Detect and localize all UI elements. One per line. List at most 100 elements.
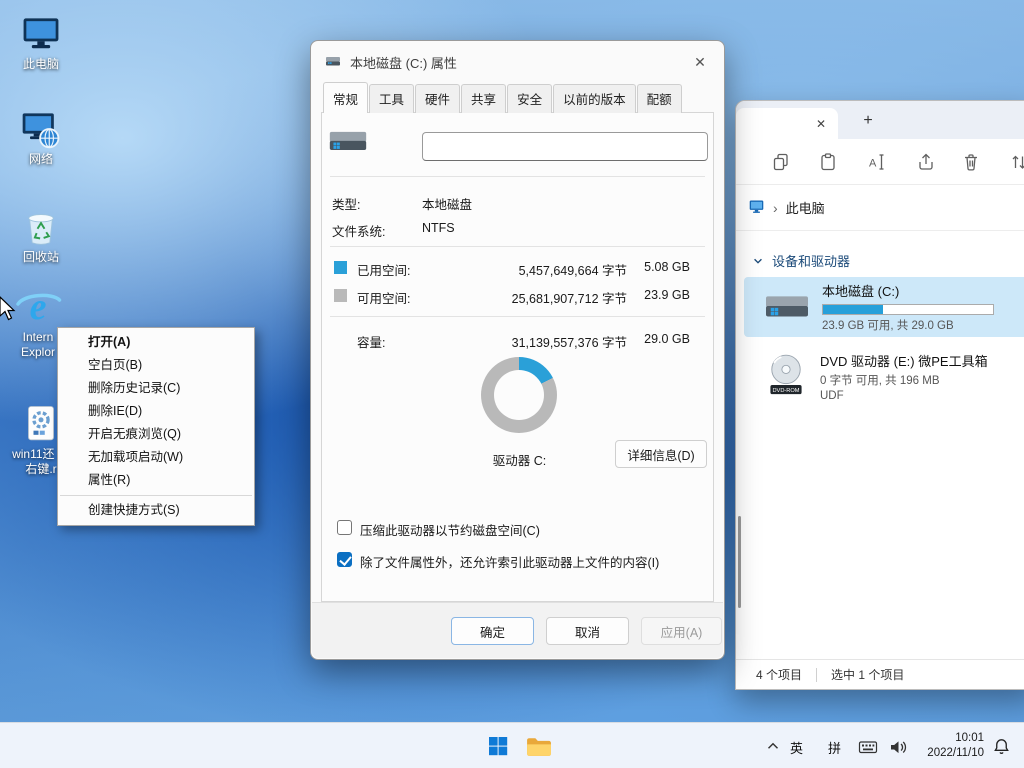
filesystem-label: 文件系统: [332, 221, 385, 240]
svg-text:DVD-ROM: DVD-ROM [772, 387, 799, 393]
scrollbar-thumb[interactable] [738, 516, 741, 608]
taskbar: 英 拼 10:01 2022/11/10 [0, 722, 1024, 768]
desktop-icon-this-pc[interactable]: 此电脑 [6, 10, 76, 72]
desktop-icon-label: 回收站 [23, 250, 59, 265]
capacity-label: 容量: [357, 332, 385, 351]
svg-text:A: A [869, 158, 877, 170]
mouse-cursor [0, 296, 17, 327]
drive-caption: 驱动器 C: [422, 450, 617, 469]
free-legend-square [334, 289, 347, 302]
notification-bell-icon[interactable] [992, 737, 1012, 757]
tab-security[interactable]: 安全 [507, 84, 552, 113]
dvd-drive-icon: DVD-ROM [764, 351, 808, 402]
drive-usage-fill [823, 305, 883, 314]
free-space-bytes: 25,681,907,712 字节 [512, 288, 627, 307]
address-bar[interactable]: › 此电脑 [736, 185, 1024, 231]
general-tab-page: 类型: 本地磁盘 文件系统: NTFS 已用空间: 5,457,649,664 … [321, 112, 714, 602]
recycle-bin-icon [20, 203, 62, 249]
menu-item-no-addons[interactable]: 无加载项启动(W) [58, 446, 254, 469]
sort-icon[interactable] [1009, 152, 1024, 172]
filesystem-value: NTFS [422, 221, 455, 235]
drive-usage-bar [822, 304, 994, 315]
details-button[interactable]: 详细信息(D) [615, 440, 707, 468]
ok-button[interactable]: 确定 [451, 617, 534, 645]
checkbox-box[interactable] [337, 552, 352, 567]
cancel-button[interactable]: 取消 [546, 617, 629, 645]
ie-context-menu: 打开(A) 空白页(B) 删除历史记录(C) 删除IE(D) 开启无痕浏览(Q)… [57, 327, 255, 526]
tray-date: 2022/11/10 [918, 746, 984, 761]
capacity-bytes: 31,139,557,376 字节 [512, 332, 627, 351]
checkbox-label: 除了文件属性外，还允许索引此驱动器上文件的内容(I) [360, 552, 659, 571]
share-icon[interactable] [916, 152, 936, 172]
start-button[interactable] [478, 726, 518, 766]
chevron-up-icon[interactable] [764, 737, 784, 757]
copy-icon[interactable] [771, 152, 791, 172]
dialog-footer: 确定 取消 应用(A) [312, 602, 723, 658]
checkbox-box[interactable] [337, 520, 352, 535]
menu-item-delete-ie[interactable]: 删除IE(D) [58, 400, 254, 423]
ime-mode-indicator[interactable]: 拼 [828, 738, 841, 757]
file-explorer-window: ✕ + A › 此电脑 设备和驱动器 [735, 100, 1024, 690]
clock[interactable]: 10:01 2022/11/10 [918, 731, 984, 761]
menu-item-open[interactable]: 打开(A) [58, 331, 254, 354]
used-legend-square [334, 261, 347, 274]
section-devices-and-drives[interactable]: 设备和驱动器 [752, 251, 850, 270]
used-space-label: 已用空间: [357, 260, 410, 279]
tab-general[interactable]: 常规 [323, 82, 368, 113]
drive-info: 23.9 GB 可用, 共 29.0 GB [822, 317, 994, 333]
explorer-active-tab[interactable]: ✕ [736, 108, 838, 139]
tab-tools[interactable]: 工具 [369, 84, 414, 113]
close-tab-icon[interactable]: ✕ [810, 113, 832, 135]
index-checkbox[interactable]: 除了文件属性外，还允许索引此驱动器上文件的内容(I) [337, 552, 659, 571]
menu-separator [60, 495, 252, 496]
status-divider [816, 668, 817, 682]
apply-button[interactable]: 应用(A) [641, 617, 722, 645]
drive-name: DVD 驱动器 (E:) 微PE工具箱 [820, 351, 988, 370]
paste-icon[interactable] [818, 152, 838, 172]
compress-checkbox[interactable]: 压缩此驱动器以节约磁盘空间(C) [337, 520, 540, 539]
drive-small-icon [325, 53, 341, 72]
close-icon[interactable]: ✕ [682, 47, 718, 77]
drive-item-c[interactable]: 本地磁盘 (C:) 23.9 GB 可用, 共 29.0 GB [744, 277, 1024, 337]
file-explorer-taskbar-button[interactable] [518, 726, 558, 766]
status-item-count: 4 个项目 [756, 666, 802, 683]
menu-item-delete-history[interactable]: 删除历史记录(C) [58, 377, 254, 400]
internet-explorer-icon: e [14, 283, 62, 329]
volume-icon[interactable] [888, 737, 908, 757]
capacity-donut [481, 357, 557, 433]
tab-quota[interactable]: 配额 [637, 84, 682, 113]
menu-item-inprivate[interactable]: 开启无痕浏览(Q) [58, 423, 254, 446]
this-pc-icon [19, 10, 63, 56]
new-tab-button[interactable]: + [856, 109, 880, 133]
folder-icon [525, 734, 552, 759]
desktop-icon-recycle-bin[interactable]: 回收站 [6, 203, 76, 265]
breadcrumb[interactable]: 此电脑 [786, 198, 825, 217]
tab-sharing[interactable]: 共享 [461, 84, 506, 113]
drive-item-dvd[interactable]: DVD-ROM DVD 驱动器 (E:) 微PE工具箱 0 字节 可用, 共 1… [744, 345, 1024, 407]
status-selected-count: 选中 1 个项目 [831, 666, 904, 683]
disk-properties-dialog: 本地磁盘 (C:) 属性 ✕ 常规 工具 硬件 共享 安全 以前的版本 配额 类… [310, 40, 725, 660]
delete-icon[interactable] [961, 152, 981, 172]
dialog-title-bar[interactable]: 本地磁盘 (C:) 属性 ✕ [311, 41, 724, 83]
type-label: 类型: [332, 194, 360, 213]
type-value: 本地磁盘 [422, 194, 472, 213]
drive-filesystem: UDF [820, 390, 988, 402]
free-space-label: 可用空间: [357, 288, 410, 307]
svg-text:e: e [30, 286, 47, 328]
menu-item-create-shortcut[interactable]: 创建快捷方式(S) [58, 499, 254, 522]
drive-info: 0 字节 可用, 共 196 MB [820, 372, 988, 388]
keyboard-icon[interactable] [858, 737, 878, 757]
ime-language-indicator[interactable]: 英 [790, 738, 803, 757]
separator [330, 316, 705, 317]
location-icon [748, 198, 765, 218]
windows-logo-icon [486, 734, 510, 758]
tab-hardware[interactable]: 硬件 [415, 84, 460, 113]
tab-previous-versions[interactable]: 以前的版本 [553, 84, 636, 113]
desktop-icon-network[interactable]: 网络 [6, 105, 76, 167]
drive-name: 本地磁盘 (C:) [822, 281, 994, 300]
menu-item-properties[interactable]: 属性(R) [58, 469, 254, 492]
volume-label-input[interactable] [422, 132, 708, 161]
reg-file-icon [21, 400, 61, 446]
rename-icon[interactable]: A [866, 152, 886, 172]
menu-item-blank-page[interactable]: 空白页(B) [58, 354, 254, 377]
